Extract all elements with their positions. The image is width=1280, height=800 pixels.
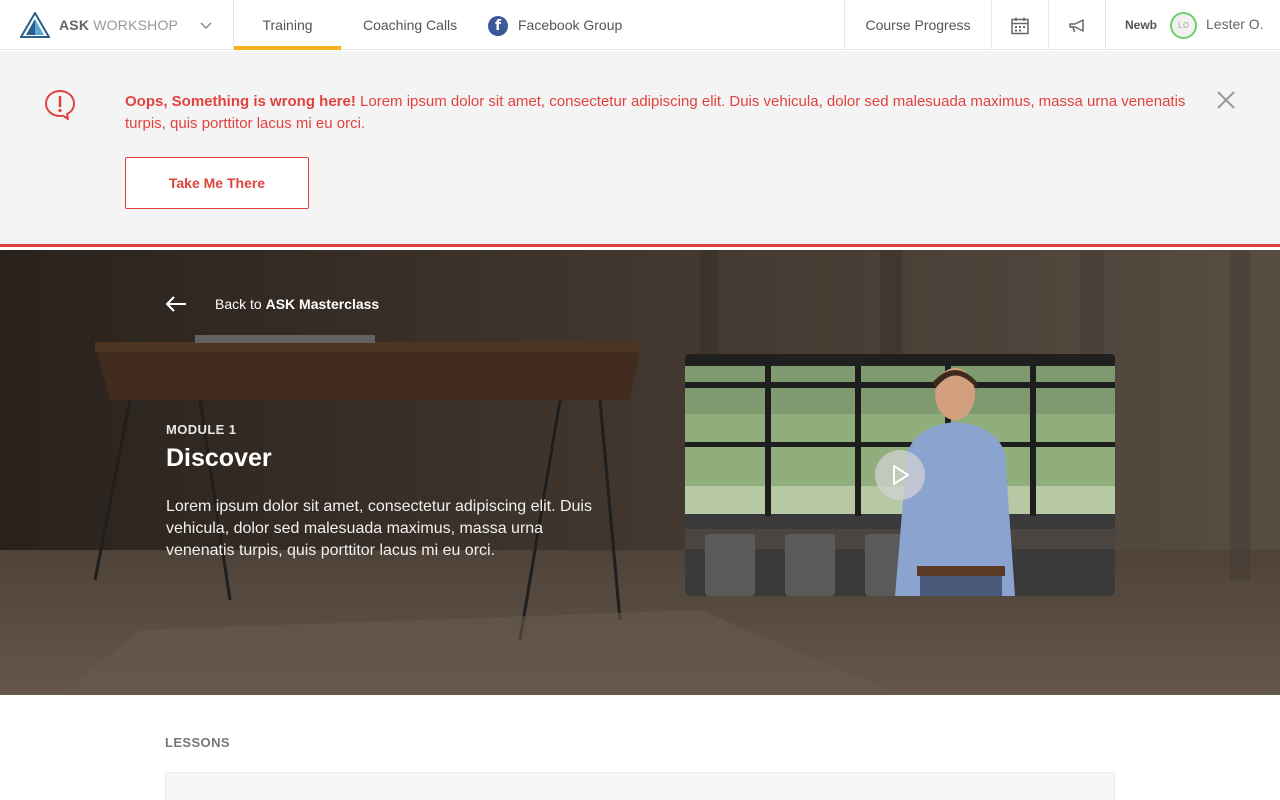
error-alert-banner: Oops, Something is wrong here! Lorem ips…	[0, 51, 1280, 247]
alert-message: Oops, Something is wrong here! Lorem ips…	[125, 91, 1200, 135]
user-rank: Newb	[1125, 18, 1158, 32]
top-nav: ASK WORKSHOP Training Coaching Calls f F…	[0, 0, 1280, 50]
alert-bubble-icon	[45, 90, 75, 120]
avatar: LO	[1170, 12, 1197, 39]
megaphone-icon	[1069, 19, 1084, 33]
alert-title: Oops, Something is wrong here!	[125, 93, 356, 110]
calendar-button[interactable]	[991, 0, 1048, 50]
close-icon[interactable]	[1215, 89, 1237, 111]
announcements-button[interactable]	[1048, 0, 1105, 50]
module-video[interactable]	[685, 354, 1115, 596]
take-me-there-button[interactable]: Take Me There	[125, 157, 309, 209]
module-title: Discover	[166, 444, 272, 472]
lessons-list	[165, 772, 1115, 800]
play-button[interactable]	[875, 450, 925, 500]
chevron-down-icon[interactable]	[200, 22, 212, 30]
back-link-label: Back to ASK Masterclass	[215, 296, 380, 312]
brand-name: ASK WORKSHOP	[59, 17, 179, 33]
logo-triangle-icon	[20, 12, 50, 38]
module-label: MODULE 1	[166, 422, 237, 437]
brand-switcher[interactable]: ASK WORKSHOP	[0, 0, 234, 50]
user-name: Lester O.	[1206, 16, 1264, 32]
calendar-icon	[1011, 17, 1029, 35]
tab-facebook-label: Facebook Group	[518, 17, 623, 33]
module-hero: Back to ASK Masterclass MODULE 1 Discove…	[0, 250, 1280, 695]
tab-coaching-label: Coaching Calls	[363, 17, 458, 33]
course-progress-label: Course Progress	[865, 17, 971, 33]
arrow-left-icon	[165, 296, 186, 312]
module-description: Lorem ipsum dolor sit amet, consectetur …	[166, 498, 592, 559]
lessons-heading: LESSONS	[165, 735, 230, 750]
tab-coaching-calls[interactable]: Coaching Calls	[363, 0, 457, 50]
course-progress-button[interactable]: Course Progress	[844, 0, 991, 50]
play-icon	[893, 465, 909, 485]
user-menu[interactable]: Newb LO Lester O.	[1105, 0, 1280, 50]
tab-training-label: Training	[262, 17, 313, 33]
facebook-icon: f	[488, 16, 508, 36]
tab-training[interactable]: Training	[234, 0, 341, 50]
